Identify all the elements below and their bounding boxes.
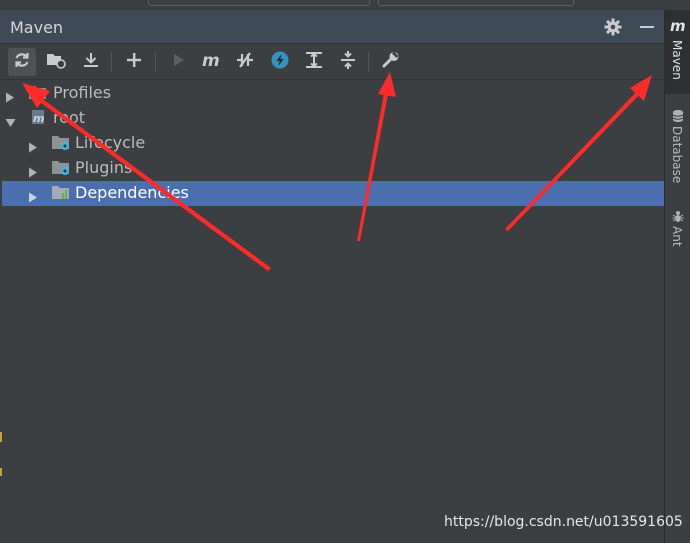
toggle-skip-tests-button[interactable] [266, 48, 294, 76]
execute-maven-goal-button[interactable]: m [197, 48, 225, 76]
ant-icon [671, 208, 685, 227]
tree-item-dependencies[interactable]: Dependencies [2, 181, 664, 206]
tree-item-label: Lifecycle [75, 133, 146, 152]
tree-item-root[interactable]: m root [0, 106, 664, 131]
watermark-text: https://blog.csdn.net/u013591605 [444, 514, 683, 530]
expand-arrow-icon[interactable] [28, 188, 38, 203]
toggle-offline-mode-button[interactable] [231, 48, 259, 76]
expand-arrow-icon[interactable] [28, 138, 38, 153]
maven-m-icon: m [200, 50, 222, 74]
maven-module-icon: m [28, 109, 48, 127]
editor-tab-strip [0, 0, 690, 10]
database-icon [671, 108, 685, 127]
collapse-icon [338, 50, 358, 74]
expand-arrow-icon[interactable] [5, 88, 15, 103]
editor-gutter-marker [0, 468, 2, 476]
maven-toolbar: m [0, 44, 664, 80]
lightning-icon [270, 50, 290, 74]
reload-all-maven-projects-button[interactable] [8, 48, 36, 76]
folder-refresh-icon [45, 50, 67, 74]
download-icon [81, 50, 101, 74]
dependencies-folder-icon [51, 184, 71, 202]
wrench-icon [381, 50, 401, 74]
plus-icon [124, 50, 144, 74]
editor-tab[interactable] [378, 0, 574, 6]
plugins-folder-icon [51, 159, 71, 177]
offline-icon [234, 50, 256, 74]
gear-icon[interactable] [603, 17, 623, 37]
collapse-all-button[interactable] [334, 48, 362, 76]
minimize-icon[interactable] [637, 17, 657, 37]
tree-item-label: root [53, 108, 86, 127]
sidebar-tab-label: Maven [670, 40, 684, 80]
profiles-folder-icon [28, 84, 48, 102]
sidebar-tab-label: Database [670, 126, 684, 184]
generate-sources-button[interactable] [42, 48, 70, 76]
tree-item-plugins[interactable]: Plugins [0, 156, 664, 181]
editor-gutter-marker [0, 432, 2, 442]
sidebar-tab-ant[interactable]: Ant [665, 206, 690, 254]
tool-window-title: Maven [10, 18, 64, 37]
maven-settings-button[interactable] [377, 48, 405, 76]
tree-item-label: Dependencies [75, 183, 189, 202]
toolbar-separator [111, 52, 112, 72]
refresh-icon [12, 50, 32, 74]
tree-item-profiles[interactable]: Profiles [0, 81, 664, 106]
run-maven-build-button[interactable] [164, 48, 192, 76]
sidebar-tab-maven[interactable]: m Maven [665, 10, 690, 94]
add-maven-project-button[interactable] [120, 48, 148, 76]
lifecycle-folder-icon [51, 134, 71, 152]
editor-tab[interactable] [148, 0, 370, 6]
show-dependencies-button[interactable] [300, 48, 328, 76]
tree-item-lifecycle[interactable]: Lifecycle [0, 131, 664, 156]
download-sources-button[interactable] [77, 48, 105, 76]
svg-text:m: m [202, 51, 220, 70]
tree-item-label: Profiles [53, 83, 112, 102]
tool-window-header: Maven [0, 10, 664, 44]
toolbar-separator [155, 52, 156, 72]
expand-arrow-icon[interactable] [28, 163, 38, 178]
maven-tool-window: Maven m Profiles m root Lifecycle Plugin… [0, 10, 664, 543]
svg-text:m: m [33, 112, 44, 125]
tree-item-label: Plugins [75, 158, 133, 177]
collapse-arrow-icon[interactable] [5, 113, 16, 127]
sidebar-tab-database[interactable]: Database [665, 106, 690, 196]
svg-text:m: m [670, 18, 686, 34]
play-icon [168, 50, 188, 74]
toolbar-separator [368, 52, 369, 72]
expand-icon [304, 50, 324, 74]
maven-m-icon: m [669, 17, 687, 38]
right-tool-window-bar: m Maven Database Ant [664, 10, 690, 543]
sidebar-tab-label: Ant [670, 226, 684, 247]
